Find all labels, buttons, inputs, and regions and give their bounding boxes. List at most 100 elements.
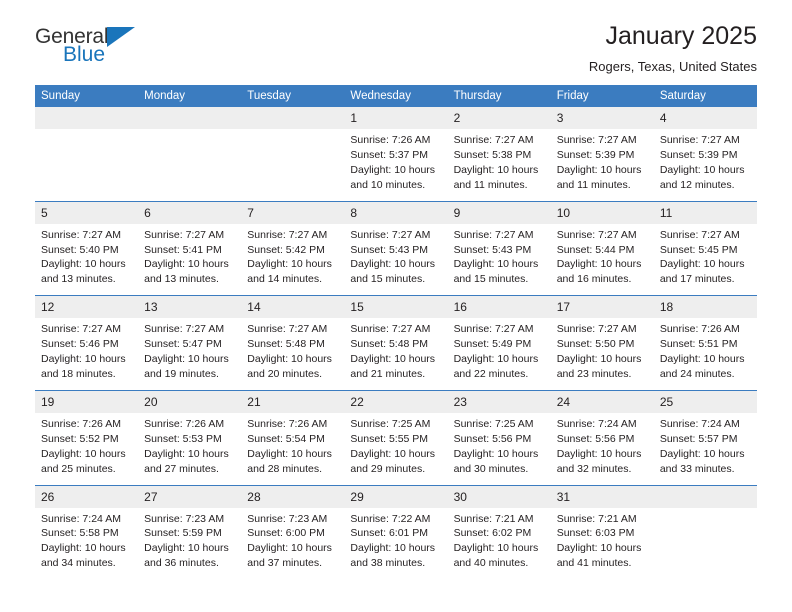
sunset-text: Sunset: 5:47 PM — [144, 338, 222, 351]
day-cell[interactable]: Sunrise: 7:26 AM Sunset: 5:37 PM Daylight:… — [344, 129, 448, 202]
day-number[interactable]: 7 — [241, 201, 345, 224]
day-cell[interactable]: Sunrise: 7:27 AM Sunset: 5:40 PM Daylight:… — [35, 223, 139, 296]
sunrise-text: Sunrise: 7:25 AM — [453, 417, 534, 430]
day-number[interactable]: 31 — [550, 485, 654, 508]
sunset-text: Sunset: 5:56 PM — [556, 432, 635, 445]
sunset-text: Sunset: 5:39 PM — [556, 148, 635, 161]
day-cell[interactable]: Sunrise: 7:25 AM Sunset: 5:56 PM Daylight:… — [447, 412, 551, 485]
day-cell[interactable]: Sunrise: 7:26 AM Sunset: 5:54 PM Daylight:… — [241, 412, 345, 485]
day-number[interactable]: 12 — [35, 296, 139, 319]
day-cell[interactable]: Sunrise: 7:24 AM Sunset: 5:58 PM Daylight:… — [35, 507, 139, 580]
empty-day-number — [653, 485, 757, 508]
sunrise-text: Sunrise: 7:27 AM — [556, 323, 637, 336]
day-cell[interactable]: Sunrise: 7:21 AM Sunset: 6:03 PM Daylight:… — [550, 507, 654, 580]
day-number[interactable]: 8 — [344, 201, 448, 224]
day-cell[interactable]: Sunrise: 7:27 AM Sunset: 5:48 PM Daylight:… — [241, 318, 345, 391]
daylight-text: Daylight: 10 hours — [41, 258, 126, 271]
sunset-text: Sunset: 5:57 PM — [659, 432, 738, 445]
day-number[interactable]: 5 — [35, 201, 139, 224]
daylight-text: Daylight: 10 hours — [453, 353, 539, 366]
day-number[interactable]: 21 — [241, 390, 345, 413]
day-cell[interactable]: Sunrise: 7:27 AM Sunset: 5:39 PM Daylight:… — [653, 129, 757, 202]
sunrise-text: Sunrise: 7:27 AM — [453, 323, 534, 336]
day-number[interactable]: 22 — [344, 390, 448, 413]
general-blue-logo[interactable]: General Blue — [35, 26, 215, 74]
empty-day-cell — [653, 507, 757, 580]
daylight-text: Daylight: 10 hours — [350, 258, 436, 271]
day-number[interactable]: 23 — [447, 390, 551, 413]
weekday-header-wednesday: Wednesday — [344, 85, 448, 107]
day-cell[interactable]: Sunrise: 7:24 AM Sunset: 5:56 PM Daylight:… — [550, 412, 654, 485]
day-number[interactable]: 4 — [653, 107, 757, 129]
day-cell[interactable]: Sunrise: 7:26 AM Sunset: 5:53 PM Daylight:… — [138, 412, 242, 485]
day-number[interactable]: 9 — [447, 201, 551, 224]
day-number[interactable]: 17 — [550, 296, 654, 319]
day-number[interactable]: 28 — [241, 485, 345, 508]
day-cell[interactable]: Sunrise: 7:25 AM Sunset: 5:55 PM Daylight:… — [344, 412, 448, 485]
weekday-header-tuesday: Tuesday — [241, 85, 345, 107]
day-number[interactable]: 2 — [447, 107, 551, 129]
day-number[interactable]: 19 — [35, 390, 139, 413]
daylight-text-cont: and 13 minutes. — [41, 273, 116, 286]
day-number[interactable]: 20 — [138, 390, 242, 413]
sunset-text: Sunset: 5:42 PM — [247, 243, 325, 256]
day-cell[interactable]: Sunrise: 7:27 AM Sunset: 5:50 PM Daylight:… — [550, 318, 654, 391]
day-number[interactable]: 14 — [241, 296, 345, 319]
day-number[interactable]: 30 — [447, 485, 551, 508]
day-cell[interactable]: Sunrise: 7:21 AM Sunset: 6:02 PM Daylight:… — [447, 507, 551, 580]
day-cell[interactable]: Sunrise: 7:26 AM Sunset: 5:52 PM Daylight:… — [35, 412, 139, 485]
sunset-text: Sunset: 6:01 PM — [350, 527, 429, 540]
sunset-text: Sunset: 5:40 PM — [41, 243, 119, 256]
day-number[interactable]: 11 — [653, 201, 757, 224]
day-number[interactable]: 24 — [550, 390, 654, 413]
sunrise-text: Sunrise: 7:24 AM — [556, 417, 637, 430]
daylight-text: Daylight: 10 hours — [350, 447, 436, 460]
sunrise-text: Sunrise: 7:27 AM — [659, 228, 740, 241]
day-cell[interactable]: Sunrise: 7:27 AM Sunset: 5:38 PM Daylight:… — [447, 129, 551, 202]
day-number[interactable]: 13 — [138, 296, 242, 319]
sunrise-text: Sunrise: 7:27 AM — [350, 323, 431, 336]
day-cell[interactable]: Sunrise: 7:23 AM Sunset: 5:59 PM Daylight:… — [138, 507, 242, 580]
sunrise-text: Sunrise: 7:26 AM — [659, 323, 740, 336]
day-cell[interactable]: Sunrise: 7:26 AM Sunset: 5:51 PM Daylight:… — [653, 318, 757, 391]
daylight-text: Daylight: 10 hours — [41, 353, 126, 366]
day-number[interactable]: 15 — [344, 296, 448, 319]
day-number[interactable]: 3 — [550, 107, 654, 129]
calendar-page: General Blue January 2025 Rogers, Texas,… — [0, 0, 792, 612]
daylight-text: Daylight: 10 hours — [556, 353, 642, 366]
day-cell[interactable]: Sunrise: 7:27 AM Sunset: 5:43 PM Daylight:… — [344, 223, 448, 296]
day-cell[interactable]: Sunrise: 7:27 AM Sunset: 5:48 PM Daylight:… — [344, 318, 448, 391]
day-number[interactable]: 18 — [653, 296, 757, 319]
daylight-text-cont: and 14 minutes. — [247, 273, 322, 286]
sunrise-text: Sunrise: 7:27 AM — [247, 228, 328, 241]
day-number[interactable]: 10 — [550, 201, 654, 224]
day-cell[interactable]: Sunrise: 7:23 AM Sunset: 6:00 PM Daylight:… — [241, 507, 345, 580]
day-cell[interactable]: Sunrise: 7:27 AM Sunset: 5:49 PM Daylight:… — [447, 318, 551, 391]
day-detail-row: Sunrise: 7:27 AM Sunset: 5:46 PM Daylight:… — [35, 318, 757, 391]
day-cell[interactable]: Sunrise: 7:27 AM Sunset: 5:41 PM Daylight:… — [138, 223, 242, 296]
day-cell[interactable]: Sunrise: 7:27 AM Sunset: 5:42 PM Daylight:… — [241, 223, 345, 296]
daylight-text: Daylight: 10 hours — [144, 258, 229, 271]
day-cell[interactable]: Sunrise: 7:27 AM Sunset: 5:47 PM Daylight:… — [138, 318, 242, 391]
day-number[interactable]: 6 — [138, 201, 242, 224]
daylight-text: Daylight: 10 hours — [453, 163, 539, 176]
day-number[interactable]: 16 — [447, 296, 551, 319]
day-number[interactable]: 29 — [344, 485, 448, 508]
sunrise-text: Sunrise: 7:26 AM — [144, 417, 225, 430]
daylight-text-cont: and 40 minutes. — [453, 557, 529, 570]
day-cell[interactable]: Sunrise: 7:27 AM Sunset: 5:39 PM Daylight:… — [550, 129, 654, 202]
day-cell[interactable]: Sunrise: 7:27 AM Sunset: 5:43 PM Daylight:… — [447, 223, 551, 296]
day-number[interactable]: 25 — [653, 390, 757, 413]
day-cell[interactable]: Sunrise: 7:22 AM Sunset: 6:01 PM Daylight:… — [344, 507, 448, 580]
sunset-text: Sunset: 5:59 PM — [144, 527, 222, 540]
day-number[interactable]: 26 — [35, 485, 139, 508]
day-number[interactable]: 1 — [344, 107, 448, 129]
sunset-text: Sunset: 5:41 PM — [144, 243, 222, 256]
day-cell[interactable]: Sunrise: 7:24 AM Sunset: 5:57 PM Daylight:… — [653, 412, 757, 485]
day-cell[interactable]: Sunrise: 7:27 AM Sunset: 5:44 PM Daylight:… — [550, 223, 654, 296]
day-number[interactable]: 27 — [138, 485, 242, 508]
weekday-header-monday: Monday — [138, 85, 242, 107]
day-cell[interactable]: Sunrise: 7:27 AM Sunset: 5:45 PM Daylight:… — [653, 223, 757, 296]
day-cell[interactable]: Sunrise: 7:27 AM Sunset: 5:46 PM Daylight:… — [35, 318, 139, 391]
daylight-text-cont: and 11 minutes. — [556, 178, 631, 191]
